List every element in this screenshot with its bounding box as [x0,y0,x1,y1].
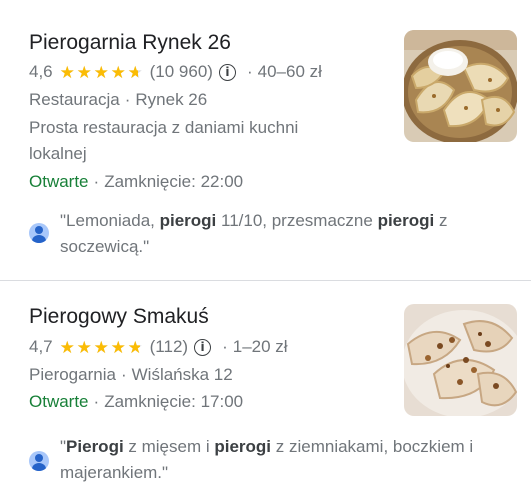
info-icon[interactable]: i [218,63,236,81]
category: Pierogarnia [29,365,116,384]
star-icon: ★ ★ [59,337,75,357]
address: Rynek 26 [135,90,208,109]
place-photo[interactable] [404,30,517,142]
review-snippet: "Lemoniada, pierogi 11/10, przesmaczne p… [60,208,520,260]
star-icon: ★ ★ [59,62,75,82]
review-text: z mięsem i [123,437,215,456]
open-status: Otwarte [29,172,89,191]
review-count[interactable]: (10 960) [150,62,213,82]
separator: · [93,392,100,411]
hours-row: Otwarte · Zamknięcie: 22:00 [29,172,243,192]
review-count[interactable]: (112) [150,337,188,357]
place-name[interactable]: Pierogarnia Rynek 26 [29,31,231,55]
place-photo[interactable] [404,304,517,416]
address: Wiślańska 12 [131,365,233,384]
closing-time: Zamknięcie: 17:00 [104,392,244,411]
user-avatar-icon [29,451,49,471]
category-row: Pierogarnia · Wiślańska 12 [29,365,233,385]
hours-row: Otwarte · Zamknięcie: 17:00 [29,392,243,412]
separator: · [246,62,253,81]
separator: · [124,90,131,109]
price-range: 40–60 zł [257,62,322,81]
rating-value: 4,6 [29,62,53,81]
description: Prosta restauracja z daniami kuchni loka… [29,118,299,163]
result-card-1[interactable]: Pierogarnia Rynek 26 4,6 ★ ★ ★ ★ ★ ★ ★ ★ ★ ★ (10 … [0,0,531,280]
open-status: Otwarte [29,392,89,411]
user-avatar-icon [29,223,49,243]
review-keyword: Pierogi [66,437,124,456]
review-keyword: pierogi [159,211,217,230]
review-keyword: pierogi [214,437,272,456]
review-text: "Lemoniada, [60,211,160,230]
category-row: Restauracja · Rynek 26 [29,90,207,110]
star-icon: ★ ★ [127,337,143,357]
star-icon: ★ ★ [93,337,109,357]
category: Restauracja [29,90,120,109]
divider [0,280,531,281]
place-name[interactable]: Pierogowy Smakuś [29,305,209,329]
info-icon[interactable]: i [194,338,212,356]
separator: · [222,337,228,356]
star-icon: ★ ★ [93,62,109,82]
star-icon: ★ ★ [110,62,126,82]
closing-time: Zamknięcie: 22:00 [104,172,244,191]
review-keyword: pierogi [377,211,435,230]
review-snippet: "Pierogi z mięsem i pierogi z ziemniakam… [60,434,520,486]
separator: · [120,365,127,384]
rating-value: 4,7 [29,337,53,356]
star-icon: ★ ★ [76,62,92,82]
star-icon: ★ ★ [127,62,143,82]
separator: · [93,172,100,191]
star-rating: ★ ★ ★ ★ ★ ★ ★ ★ ★ ★ [60,339,145,356]
result-card-2[interactable]: Pierogowy Smakuś 4,7 ★ ★ ★ ★ ★ ★ ★ ★ ★ ★ (112) i … [0,282,531,504]
review-text: 11/10, przesmaczne [216,211,378,230]
rating-row: 4,7 ★ ★ ★ ★ ★ ★ ★ ★ ★ ★ (112) i · 1–20 zł [29,337,288,357]
star-rating: ★ ★ ★ ★ ★ ★ ★ ★ ★ ★ [60,64,145,81]
star-icon: ★ ★ [110,337,126,357]
rating-row: 4,6 ★ ★ ★ ★ ★ ★ ★ ★ ★ ★ (10 960) i · 40–60 zł [29,62,322,82]
price-range: 1–20 zł [232,337,288,356]
star-icon: ★ ★ [76,337,92,357]
